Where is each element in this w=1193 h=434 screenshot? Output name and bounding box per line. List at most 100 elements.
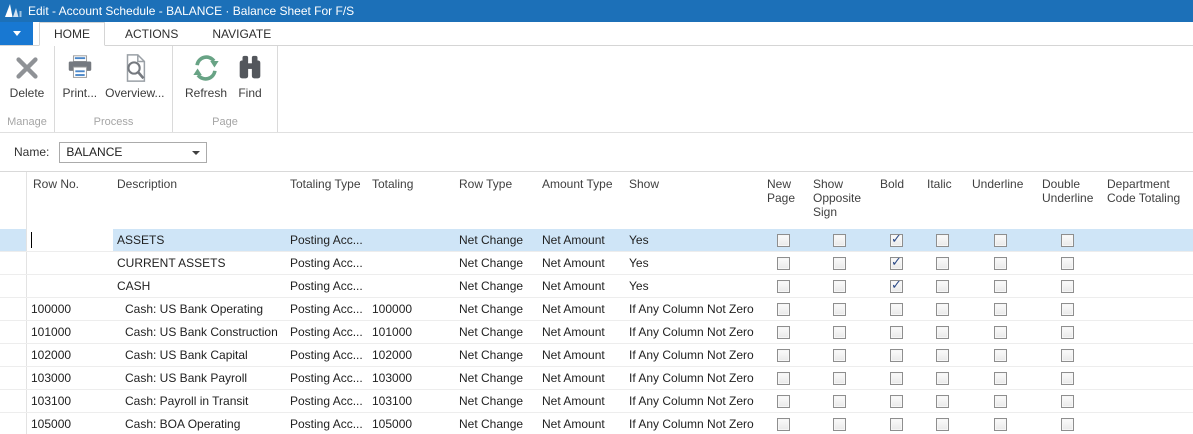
tab-home[interactable]: HOME <box>39 22 105 46</box>
cell-row-no[interactable]: 103000 <box>27 367 113 389</box>
checkbox-double-underline[interactable]: ✓ <box>1061 348 1074 362</box>
checkbox-underline[interactable]: ✓ <box>993 302 1007 316</box>
cell-show[interactable]: If Any Column Not Zero <box>622 367 760 389</box>
cell-totaling-type[interactable]: Posting Acc... <box>283 252 365 274</box>
checkbox-underline[interactable]: ✓ <box>993 279 1007 293</box>
row-selector-cell[interactable] <box>0 413 27 434</box>
cell-italic[interactable]: ✓ <box>920 298 965 320</box>
cell-totaling-type[interactable]: Posting Acc... <box>283 390 365 412</box>
checkbox-new-page[interactable]: ✓ <box>776 348 790 362</box>
checkbox-double-underline[interactable]: ✓ <box>1061 371 1074 385</box>
cell-amount-type[interactable]: Net Amount <box>535 298 622 320</box>
checkbox-new-page[interactable]: ✓ <box>776 233 790 247</box>
cell-double-underline[interactable]: ✓ <box>1035 367 1100 389</box>
cell-double-underline[interactable]: ✓ <box>1035 275 1100 297</box>
row-selector-cell[interactable] <box>0 321 27 343</box>
cell-description[interactable]: Cash: US Bank Payroll <box>113 367 283 389</box>
col-header-bold[interactable]: Bold <box>873 172 920 229</box>
cell-underline[interactable]: ✓ <box>965 229 1035 251</box>
checkbox-italic[interactable]: ✓ <box>936 417 949 431</box>
cell-italic[interactable]: ✓ <box>920 252 965 274</box>
cell-italic[interactable]: ✓ <box>920 321 965 343</box>
cell-totaling-type[interactable]: Posting Acc... <box>283 321 365 343</box>
cell-double-underline[interactable]: ✓ <box>1035 413 1100 434</box>
tab-navigate[interactable]: NAVIGATE <box>198 22 285 45</box>
cell-dept-code-totaling[interactable] <box>1100 413 1193 434</box>
cell-underline[interactable]: ✓ <box>965 367 1035 389</box>
cell-italic[interactable]: ✓ <box>920 413 965 434</box>
checkbox-show-opposite-sign[interactable]: ✓ <box>833 371 846 385</box>
cell-bold[interactable]: ✓ <box>873 298 920 320</box>
checkbox-bold[interactable]: ✓ <box>890 278 903 293</box>
checkbox-show-opposite-sign[interactable]: ✓ <box>833 233 846 247</box>
cell-new-page[interactable]: ✓ <box>760 275 806 297</box>
col-header-show[interactable]: Show <box>622 172 760 229</box>
col-header-italic[interactable]: Italic <box>920 172 965 229</box>
checkbox-italic[interactable]: ✓ <box>936 371 949 385</box>
checkbox-new-page[interactable]: ✓ <box>776 279 790 293</box>
cell-new-page[interactable]: ✓ <box>760 229 806 251</box>
cell-bold[interactable]: ✓ <box>873 413 920 434</box>
row-selector-cell[interactable] <box>0 390 27 412</box>
cell-totaling[interactable]: 105000 <box>365 413 452 434</box>
cell-dept-code-totaling[interactable] <box>1100 275 1193 297</box>
col-header-show-opposite-sign[interactable]: Show Opposite Sign <box>806 172 873 229</box>
cell-description[interactable]: Cash: US Bank Operating <box>113 298 283 320</box>
cell-row-no[interactable]: 101000 <box>27 321 113 343</box>
checkbox-double-underline[interactable]: ✓ <box>1061 233 1074 247</box>
cell-amount-type[interactable]: Net Amount <box>535 367 622 389</box>
cell-show-opposite-sign[interactable]: ✓ <box>806 252 873 274</box>
row-selector-cell[interactable] <box>0 298 27 320</box>
cell-description[interactable]: Cash: Payroll in Transit <box>113 390 283 412</box>
cell-description[interactable]: CURRENT ASSETS <box>113 252 283 274</box>
cell-show-opposite-sign[interactable]: ✓ <box>806 298 873 320</box>
checkbox-double-underline[interactable]: ✓ <box>1061 279 1074 293</box>
checkbox-show-opposite-sign[interactable]: ✓ <box>833 325 846 339</box>
checkbox-bold[interactable]: ✓ <box>890 371 903 385</box>
cell-show-opposite-sign[interactable]: ✓ <box>806 275 873 297</box>
checkbox-italic[interactable]: ✓ <box>936 348 949 362</box>
checkbox-italic[interactable]: ✓ <box>936 302 949 316</box>
checkbox-double-underline[interactable]: ✓ <box>1061 417 1074 431</box>
checkbox-new-page[interactable]: ✓ <box>776 417 790 431</box>
checkbox-double-underline[interactable]: ✓ <box>1061 256 1074 270</box>
checkbox-show-opposite-sign[interactable]: ✓ <box>833 279 846 293</box>
checkbox-bold[interactable]: ✓ <box>890 302 903 316</box>
row-selector-cell[interactable] <box>0 344 27 366</box>
checkbox-underline[interactable]: ✓ <box>993 417 1007 431</box>
checkbox-new-page[interactable]: ✓ <box>776 302 790 316</box>
cell-double-underline[interactable]: ✓ <box>1035 344 1100 366</box>
cell-row-type[interactable]: Net Change <box>452 390 535 412</box>
cell-row-type[interactable]: Net Change <box>452 275 535 297</box>
cell-underline[interactable]: ✓ <box>965 390 1035 412</box>
checkbox-italic[interactable]: ✓ <box>936 256 949 270</box>
checkbox-new-page[interactable]: ✓ <box>776 394 790 408</box>
cell-underline[interactable]: ✓ <box>965 252 1035 274</box>
checkbox-double-underline[interactable]: ✓ <box>1061 302 1074 316</box>
cell-bold[interactable]: ✓ <box>873 321 920 343</box>
checkbox-underline[interactable]: ✓ <box>993 233 1007 247</box>
cell-new-page[interactable]: ✓ <box>760 390 806 412</box>
cell-bold[interactable]: ✓ <box>873 252 920 274</box>
cell-show[interactable]: Yes <box>622 252 760 274</box>
refresh-button[interactable]: Refresh <box>182 51 230 102</box>
cell-show[interactable]: Yes <box>622 275 760 297</box>
overview-button[interactable]: Overview... <box>102 51 167 102</box>
cell-double-underline[interactable]: ✓ <box>1035 229 1100 251</box>
checkbox-bold[interactable]: ✓ <box>890 348 903 362</box>
cell-dept-code-totaling[interactable] <box>1100 367 1193 389</box>
cell-new-page[interactable]: ✓ <box>760 367 806 389</box>
cell-new-page[interactable]: ✓ <box>760 344 806 366</box>
cell-totaling[interactable] <box>365 252 452 274</box>
cell-show-opposite-sign[interactable]: ✓ <box>806 321 873 343</box>
checkbox-bold[interactable]: ✓ <box>890 394 903 408</box>
cell-row-type[interactable]: Net Change <box>452 298 535 320</box>
checkbox-underline[interactable]: ✓ <box>993 348 1007 362</box>
cell-amount-type[interactable]: Net Amount <box>535 344 622 366</box>
cell-dept-code-totaling[interactable] <box>1100 321 1193 343</box>
checkbox-show-opposite-sign[interactable]: ✓ <box>833 256 846 270</box>
cell-underline[interactable]: ✓ <box>965 413 1035 434</box>
col-header-double-underline[interactable]: Double Underline <box>1035 172 1100 229</box>
checkbox-new-page[interactable]: ✓ <box>776 325 790 339</box>
checkbox-underline[interactable]: ✓ <box>993 394 1007 408</box>
